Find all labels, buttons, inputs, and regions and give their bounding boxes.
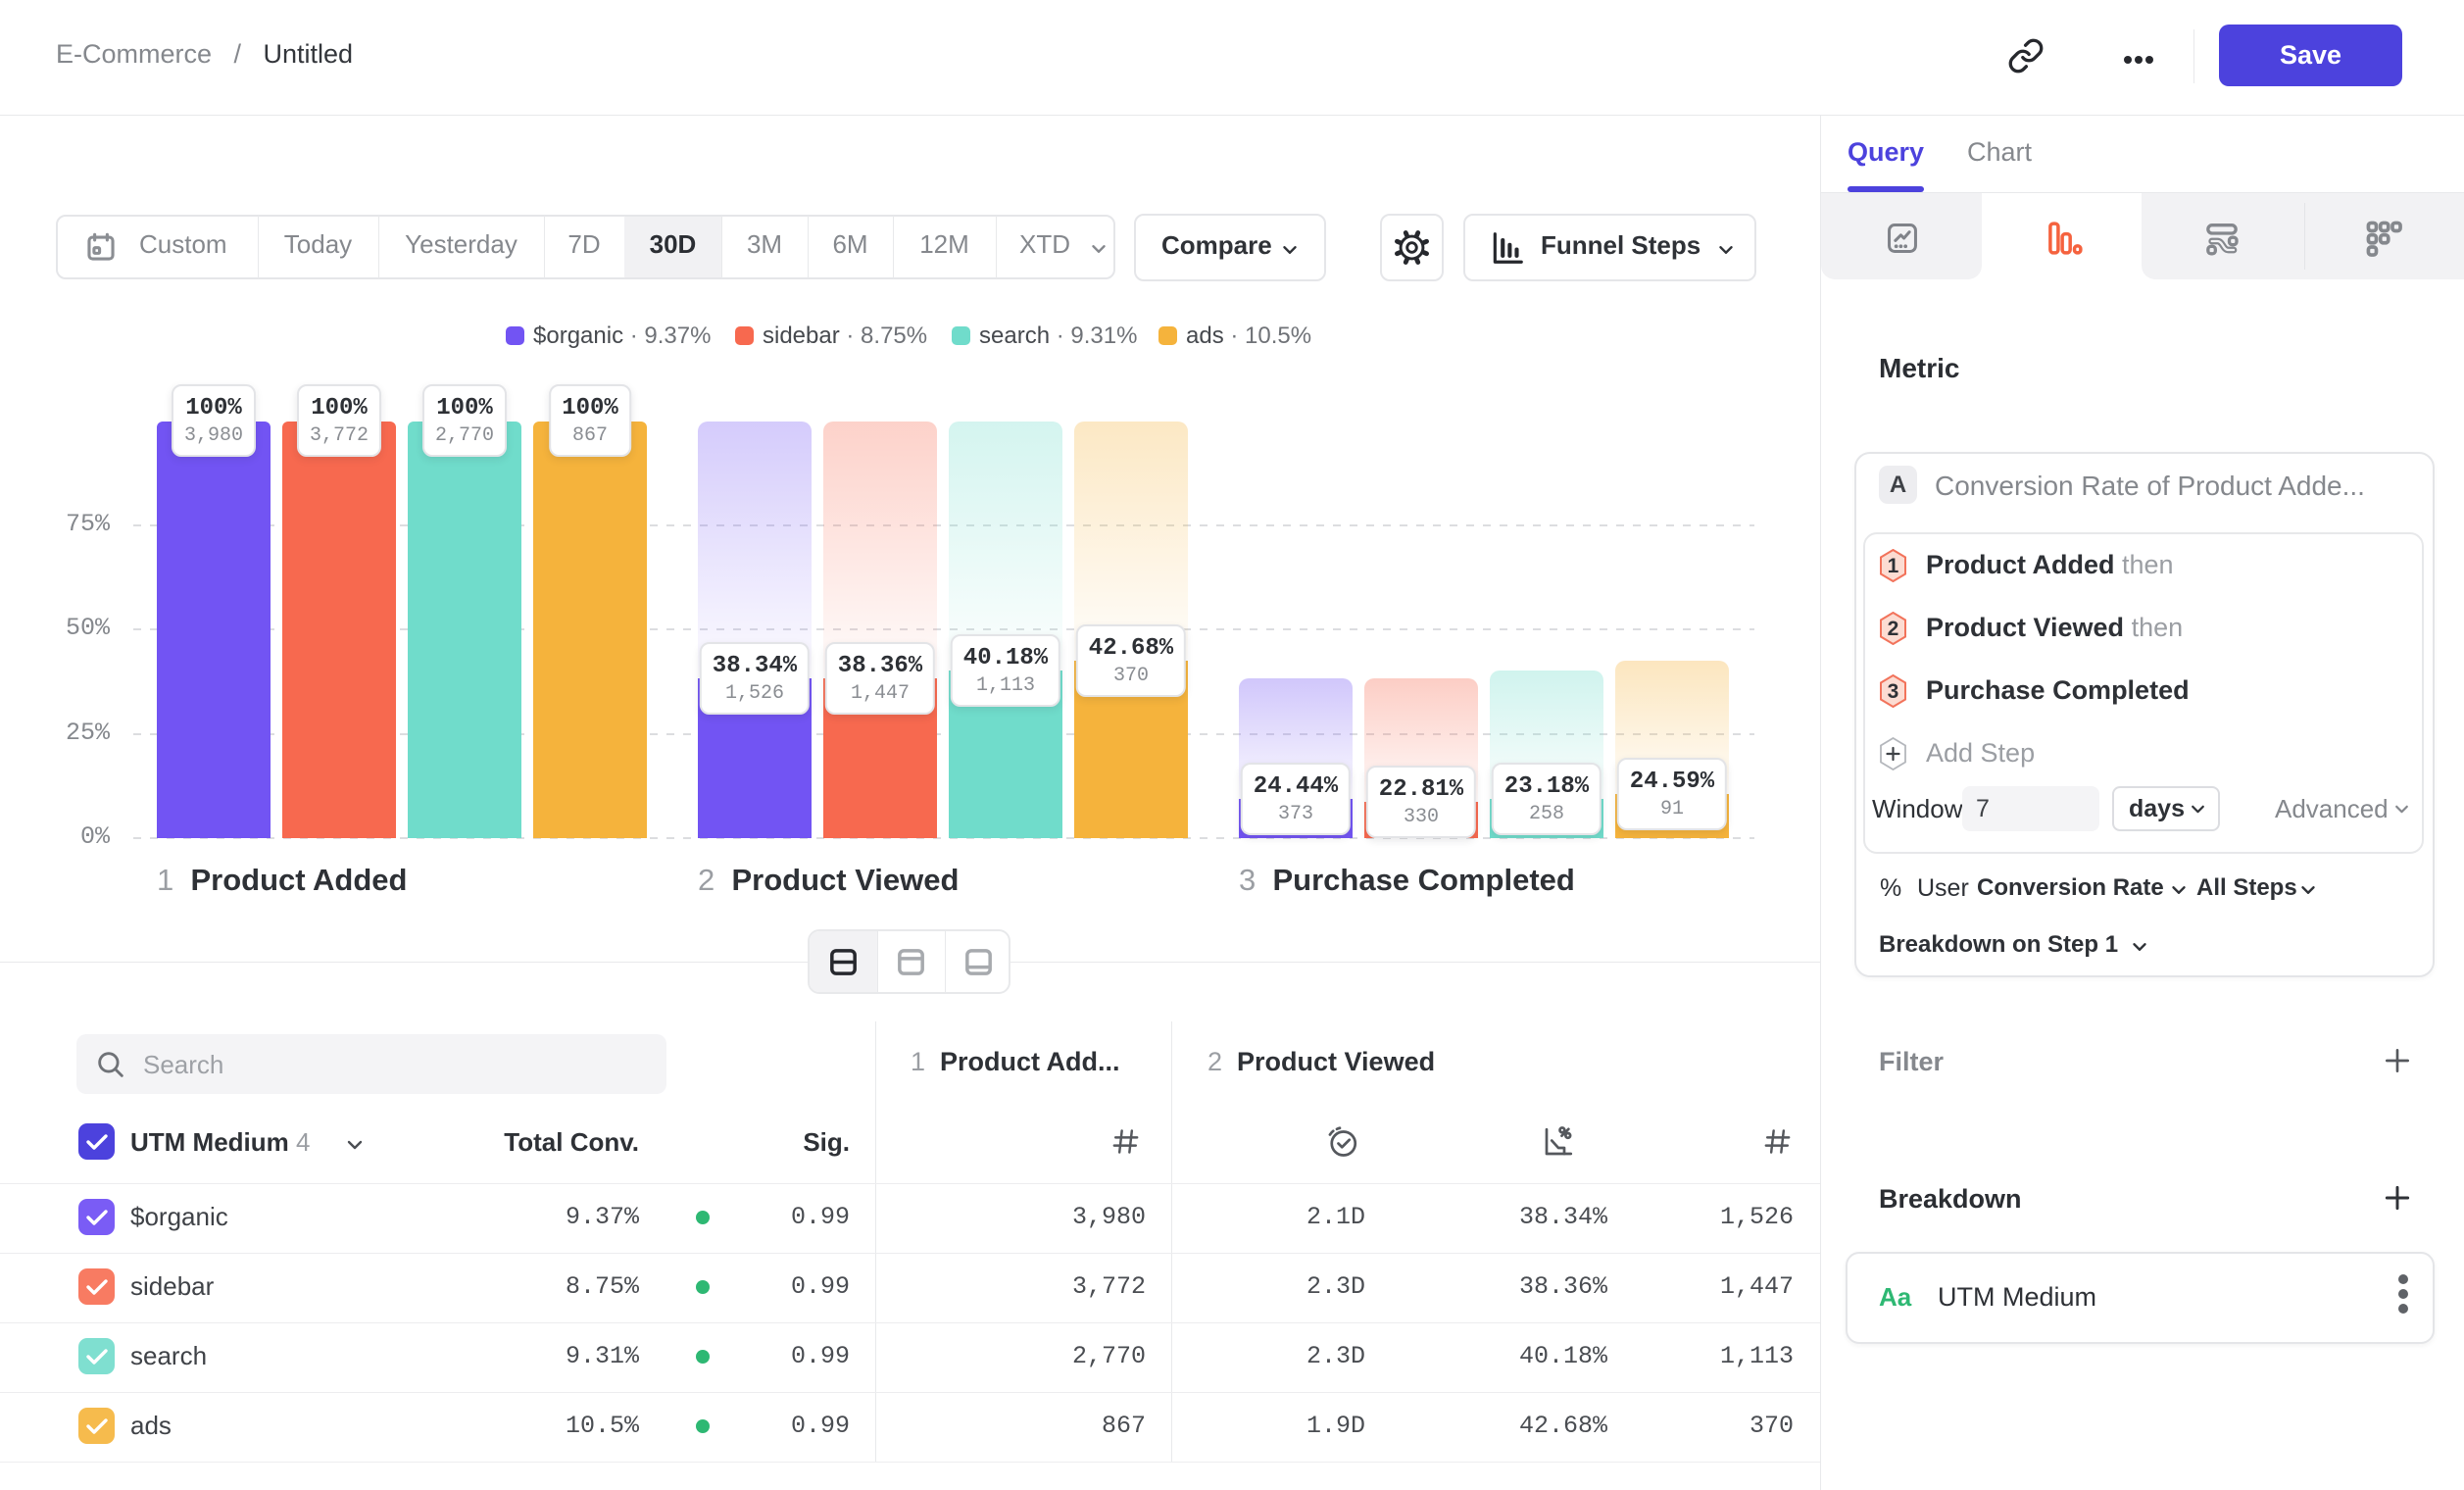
svg-text:2: 2 xyxy=(1888,618,1899,640)
svg-text:1: 1 xyxy=(1888,555,1899,577)
svg-text:3: 3 xyxy=(1888,680,1899,703)
